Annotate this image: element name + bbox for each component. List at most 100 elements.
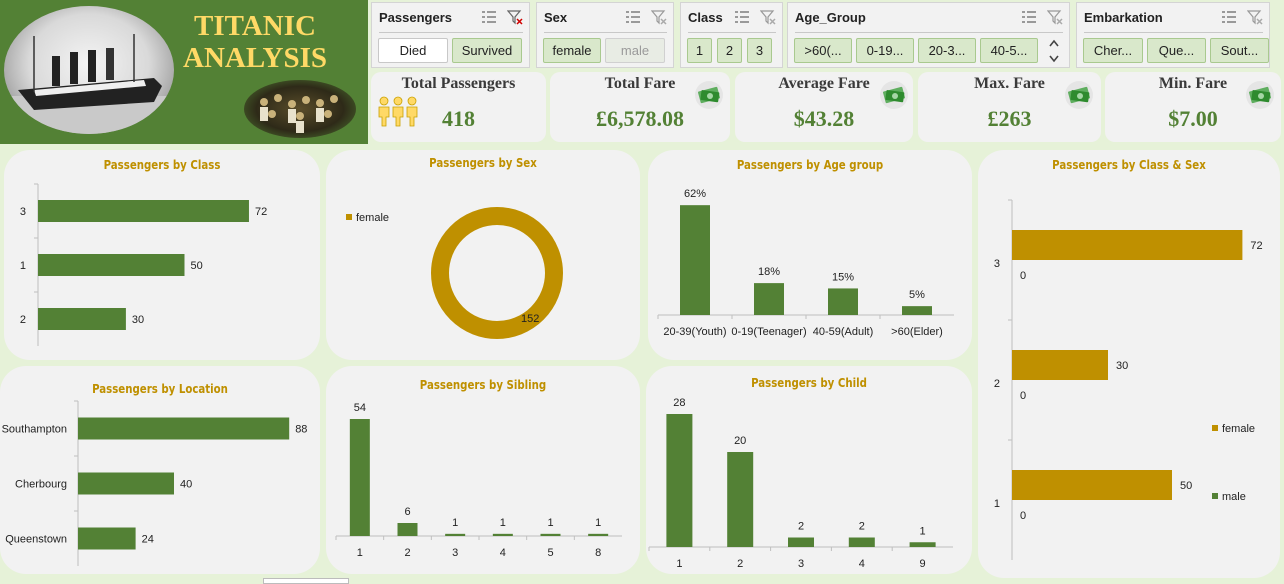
kpi-average-fare: Average Fare $43.28 (735, 72, 913, 142)
crowd-illustration (260, 94, 338, 133)
bar (445, 533, 466, 536)
bar (1012, 230, 1243, 260)
slicer-item-class-1[interactable]: 1 (687, 38, 712, 63)
data-label: 40 (180, 479, 192, 491)
data-label: 30 (132, 314, 144, 326)
bar (588, 533, 609, 536)
chart-passengers-by-class: Passengers by Class 3 72 1 50 2 30 (4, 150, 320, 360)
title-line-1: TITANIC (194, 10, 316, 42)
slicer-title: Embarkation (1084, 10, 1163, 25)
chart-svg: 3 72 1 50 2 30 (20, 183, 267, 346)
title-banner: TITANIC ANALYSIS (0, 0, 368, 144)
data-label: 72 (1250, 240, 1262, 252)
bar (727, 452, 754, 547)
multi-select-icon[interactable] (625, 9, 641, 25)
chart-svg: female 152 (346, 207, 563, 339)
multi-select-icon[interactable] (734, 9, 750, 25)
chart-passengers-by-child: Passengers by Child 28 1 20 2 2 3 2 4 1 9 (646, 366, 972, 574)
kpi-label: Total Passengers (401, 75, 516, 92)
slicer-item-age-teenager[interactable]: 0-19... (856, 38, 914, 63)
tick-label: 1 (994, 498, 1000, 510)
multi-select-icon[interactable] (481, 9, 497, 25)
clear-filter-icon[interactable] (1246, 9, 1263, 25)
bar (1012, 350, 1108, 380)
legend-swatch (1212, 493, 1218, 499)
slicer-scroll-arrows[interactable] (1046, 36, 1062, 66)
tick-label: 3 (452, 547, 458, 559)
bar (492, 533, 513, 536)
chart-svg: 54 1 6 2 1 3 1 4 1 5 1 8 (335, 402, 622, 559)
tick-label: 2 (404, 547, 410, 559)
tick-label: 3 (994, 258, 1000, 270)
slicer-item-age-elder[interactable]: >60(... (794, 38, 852, 63)
tick-label: 3 (798, 558, 804, 570)
tick-label: 3 (20, 206, 26, 218)
sheet-tab[interactable] (263, 578, 349, 584)
slicer-item-female[interactable]: female (543, 38, 601, 63)
data-label: 30 (1116, 360, 1128, 372)
slicer-header: Embarkation (1084, 9, 1263, 33)
bar (902, 306, 932, 315)
data-label: 0 (1020, 510, 1026, 522)
data-label: 6 (404, 506, 410, 518)
clear-filter-icon[interactable] (506, 9, 523, 25)
tick-label: Southampton (2, 424, 67, 436)
data-label: 2 (859, 521, 865, 533)
kpi-value: $7.00 (1168, 106, 1218, 131)
data-label: 28 (673, 397, 685, 409)
slicer-item-died[interactable]: Died (378, 38, 448, 63)
data-label: 62% (684, 188, 706, 200)
bar (788, 537, 814, 547)
slicer-item-age-adult[interactable]: 40-5... (980, 38, 1038, 63)
tick-label: 0-19(Teenager) (731, 326, 806, 338)
data-label: 20 (734, 435, 746, 447)
clear-filter-icon[interactable] (759, 9, 776, 25)
tick-label: 2 (20, 314, 26, 326)
data-label: 0 (1020, 270, 1026, 282)
clear-filter-icon[interactable] (650, 9, 667, 25)
slicer-item-class-2[interactable]: 2 (717, 38, 742, 63)
chart-svg: Southampton 88 Cherbourg 40 Queenstown 24 (2, 400, 307, 566)
bar (78, 472, 174, 495)
dashboard-title: TITANIC ANALYSIS (170, 10, 340, 74)
bar (540, 533, 561, 536)
slicer-item-male[interactable]: male (605, 38, 665, 63)
chart-passengers-by-sex: Passengers by Sex female 152 (326, 150, 640, 360)
multi-select-icon[interactable] (1021, 9, 1037, 25)
slicer-age-group: Age_Group >60(... 0-19... 20-3... 40-5..… (787, 2, 1070, 68)
data-label: 5% (909, 289, 925, 301)
kpi-value: £263 (987, 106, 1032, 131)
data-label: 1 (920, 525, 926, 537)
chart-passengers-by-location: Passengers by Location Southampton 88 Cher… (0, 366, 320, 574)
tick-label: 1 (357, 547, 363, 559)
multi-select-icon[interactable] (1221, 9, 1237, 25)
tick-label: 9 (920, 558, 926, 570)
data-label: 50 (1180, 480, 1192, 492)
slicer-item-cherbourg[interactable]: Cher... (1083, 38, 1143, 63)
kpi-value: $43.28 (793, 106, 855, 131)
slicer-item-survived[interactable]: Survived (452, 38, 522, 63)
bar (38, 308, 126, 330)
slicer-item-age-youth[interactable]: 20-3... (918, 38, 976, 63)
kpi-value: 418 (442, 106, 475, 131)
kpi-max-fare: Max. Fare £263 (918, 72, 1101, 142)
bar (38, 254, 185, 276)
slicer-item-queenstown[interactable]: Que... (1147, 38, 1206, 63)
data-label: 15% (832, 271, 854, 283)
tick-label: 40-59(Adult) (813, 326, 874, 338)
tick-label: 1 (20, 260, 26, 272)
bar (78, 417, 290, 440)
tick-label: 20-39(Youth) (663, 326, 726, 338)
kpi-total-fare: Total Fare £6,578.08 (550, 72, 730, 142)
tick-label: Queenstown (5, 534, 67, 546)
chart-svg: 72 0 3 30 0 2 50 0 1 female male (994, 199, 1263, 560)
slicer-passengers: Passengers Died Survived (371, 2, 530, 68)
title-line-2: ANALYSIS (183, 42, 327, 74)
kpi-min-fare: Min. Fare $7.00 (1105, 72, 1281, 142)
slicer-item-southampton[interactable]: Sout... (1210, 38, 1269, 63)
data-label: 2 (798, 521, 804, 533)
tick-label: 1 (676, 558, 682, 570)
clear-filter-icon[interactable] (1046, 9, 1063, 25)
slicer-item-class-3[interactable]: 3 (747, 38, 772, 63)
kpi-value: £6,578.08 (596, 106, 684, 131)
